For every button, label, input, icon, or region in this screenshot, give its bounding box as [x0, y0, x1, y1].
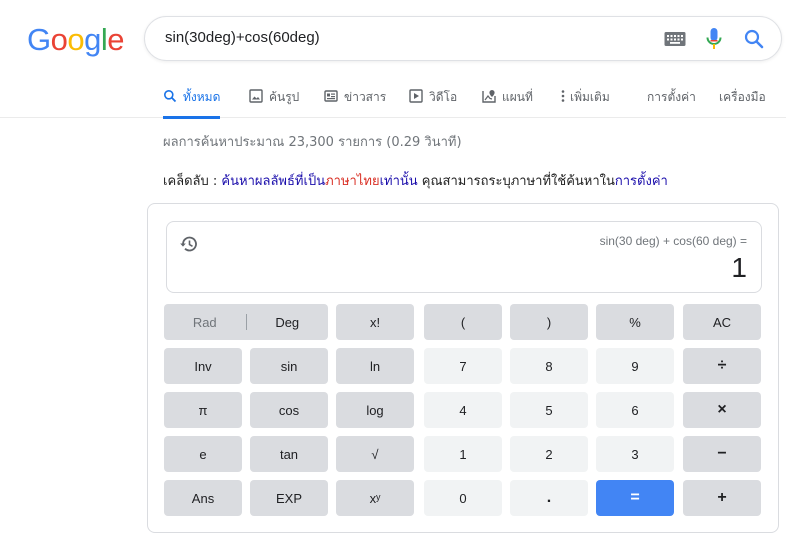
tab-label: ทั้งหมด: [183, 90, 221, 104]
calculator-display: sin(30 deg) + cos(60 deg) = 1: [166, 221, 762, 293]
tip-link-language: ภาษาไทย: [325, 174, 380, 189]
tab-label: แผนที่: [502, 90, 533, 104]
plus-key[interactable]: +: [683, 480, 761, 516]
map-icon: [482, 90, 496, 103]
inverse-key[interactable]: Inv: [164, 348, 242, 384]
sqrt-key[interactable]: √: [336, 436, 414, 472]
pi-key[interactable]: π: [164, 392, 242, 428]
tab-more[interactable]: เพิ่มเติม: [560, 78, 610, 118]
power-key[interactable]: xʸ: [336, 480, 414, 516]
tan-key[interactable]: tan: [250, 436, 328, 472]
thai-only-link[interactable]: ค้นหาผลลัพธ์ที่เป็นภาษาไทยเท่านั้น: [221, 174, 417, 189]
logo-letter: o: [67, 22, 85, 57]
tab-label: วิดีโอ: [429, 90, 458, 104]
digit-7-key[interactable]: 7: [424, 348, 502, 384]
microphone-icon[interactable]: [705, 27, 723, 51]
logo-letter: e: [107, 22, 125, 57]
tab-label: เครื่องมือ: [719, 90, 766, 104]
tab-label: ข่าวสาร: [344, 90, 387, 104]
tab-news[interactable]: ข่าวสาร: [324, 78, 386, 118]
tab-label: ค้นรูป: [269, 90, 300, 104]
tip-link-text: เท่านั้น: [379, 174, 418, 189]
close-paren-key[interactable]: ): [510, 304, 588, 340]
ans-key[interactable]: Ans: [164, 480, 242, 516]
factorial-key[interactable]: x!: [336, 304, 414, 340]
image-icon: [249, 89, 263, 103]
search-icon: [164, 90, 177, 103]
digit-5-key[interactable]: 5: [510, 392, 588, 428]
tab-maps[interactable]: แผนที่: [482, 78, 533, 118]
language-tip: เคล็ดลับ : ค้นหาผลลัพธ์ที่เป็นภาษาไทยเท่…: [163, 170, 668, 191]
video-icon: [409, 89, 423, 103]
logo-letter: g: [84, 22, 101, 57]
decimal-key[interactable]: .: [510, 480, 588, 516]
percent-key[interactable]: %: [596, 304, 674, 340]
sin-key[interactable]: sin: [250, 348, 328, 384]
history-icon[interactable]: [179, 234, 199, 254]
cos-key[interactable]: cos: [250, 392, 328, 428]
digit-4-key[interactable]: 4: [424, 392, 502, 428]
google-logo[interactable]: Google: [27, 22, 125, 58]
divide-key[interactable]: ÷: [683, 348, 761, 384]
angle-mode-toggle[interactable]: Rad Deg: [164, 304, 328, 340]
digit-9-key[interactable]: 9: [596, 348, 674, 384]
tip-text: คุณสามารถระบุภาษาที่ใช้ค้นหาใน: [417, 174, 615, 189]
settings-link[interactable]: การตั้งค่า: [615, 174, 668, 189]
calculator-expression: sin(30 deg) + cos(60 deg) =: [599, 234, 747, 248]
search-tabs: ทั้งหมด ค้นรูป ข่าวสาร วิดีโอ แผนที่ เพิ…: [0, 78, 786, 119]
tab-tools[interactable]: เครื่องมือ: [719, 78, 766, 118]
search-input[interactable]: sin(30deg)+cos(60deg): [165, 29, 320, 46]
multiply-key[interactable]: ×: [683, 392, 761, 428]
tab-videos[interactable]: วิดีโอ: [409, 78, 457, 118]
tab-images[interactable]: ค้นรูป: [249, 78, 299, 118]
search-box[interactable]: sin(30deg)+cos(60deg): [144, 16, 782, 61]
tab-all[interactable]: ทั้งหมด: [163, 78, 221, 119]
calculator-result: 1: [731, 252, 747, 283]
tip-link-text: ค้นหาผลลัพธ์ที่เป็น: [221, 174, 326, 189]
digit-0-key[interactable]: 0: [424, 480, 502, 516]
open-paren-key[interactable]: (: [424, 304, 502, 340]
ln-key[interactable]: ln: [336, 348, 414, 384]
equals-key[interactable]: =: [596, 480, 674, 516]
log-key[interactable]: log: [336, 392, 414, 428]
tab-label: การตั้งค่า: [647, 90, 696, 104]
deg-button[interactable]: Deg: [247, 315, 329, 330]
logo-letter: o: [50, 22, 68, 57]
digit-3-key[interactable]: 3: [596, 436, 674, 472]
e-key[interactable]: e: [164, 436, 242, 472]
calculator: sin(30 deg) + cos(60 deg) = 1 Rad Deg x!…: [147, 203, 779, 533]
digit-8-key[interactable]: 8: [510, 348, 588, 384]
minus-key[interactable]: −: [683, 436, 761, 472]
tip-prefix: เคล็ดลับ :: [163, 174, 222, 189]
keyboard-icon[interactable]: [664, 31, 686, 47]
logo-letter: G: [27, 22, 51, 57]
news-icon: [324, 90, 338, 102]
exp-key[interactable]: EXP: [250, 480, 328, 516]
tab-label: เพิ่มเติม: [570, 90, 610, 104]
all-clear-key[interactable]: AC: [683, 304, 761, 340]
result-stats: ผลการค้นหาประมาณ 23,300 รายการ (0.29 วิน…: [163, 135, 462, 150]
more-vert-icon: [561, 90, 565, 102]
digit-2-key[interactable]: 2: [510, 436, 588, 472]
rad-button[interactable]: Rad: [164, 315, 246, 330]
tab-settings[interactable]: การตั้งค่า: [647, 78, 696, 118]
digit-1-key[interactable]: 1: [424, 436, 502, 472]
digit-6-key[interactable]: 6: [596, 392, 674, 428]
search-icon[interactable]: [743, 28, 765, 50]
